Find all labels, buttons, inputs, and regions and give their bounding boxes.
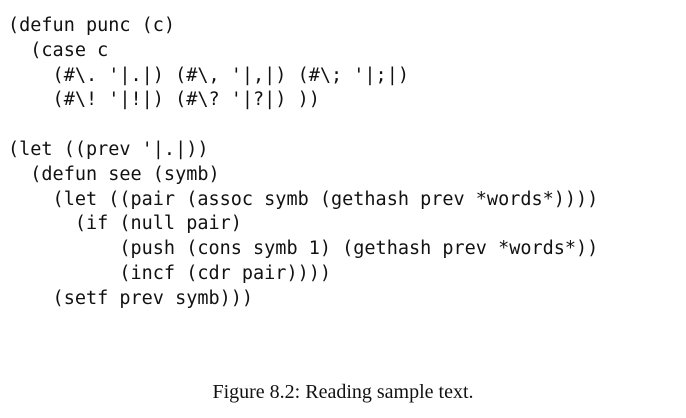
code-line-punc-cases-1: (#\. '|.|) (#\, '|,|) (#\; '|;|) <box>8 64 409 86</box>
code-line-incf: (incf (cdr pair)))) <box>8 262 332 284</box>
code-line-defun-see: (defun see (symb) <box>8 163 220 185</box>
code-line-defun-punc: (defun punc (c) <box>8 15 176 36</box>
code-line-let-prev: (let ((prev '|.|)) <box>8 138 209 160</box>
figure-caption: Figure 8.2: Reading sample text. <box>212 381 474 403</box>
code-listing: (defun punc (c) (case c (#\. '|.|) (#\, … <box>8 14 598 312</box>
code-line-setf: (setf prev symb))) <box>8 287 254 309</box>
code-line-push: (push (cons symb 1) (gethash prev *words… <box>8 238 599 260</box>
code-line-punc-cases-2: (#\! '|!|) (#\? '|?|) )) <box>8 89 320 111</box>
code-line-case: (case c <box>8 39 109 61</box>
code-line-if-null: (if (null pair) <box>8 213 242 235</box>
code-line-let-pair: (let ((pair (assoc symb (gethash prev *w… <box>8 188 599 210</box>
